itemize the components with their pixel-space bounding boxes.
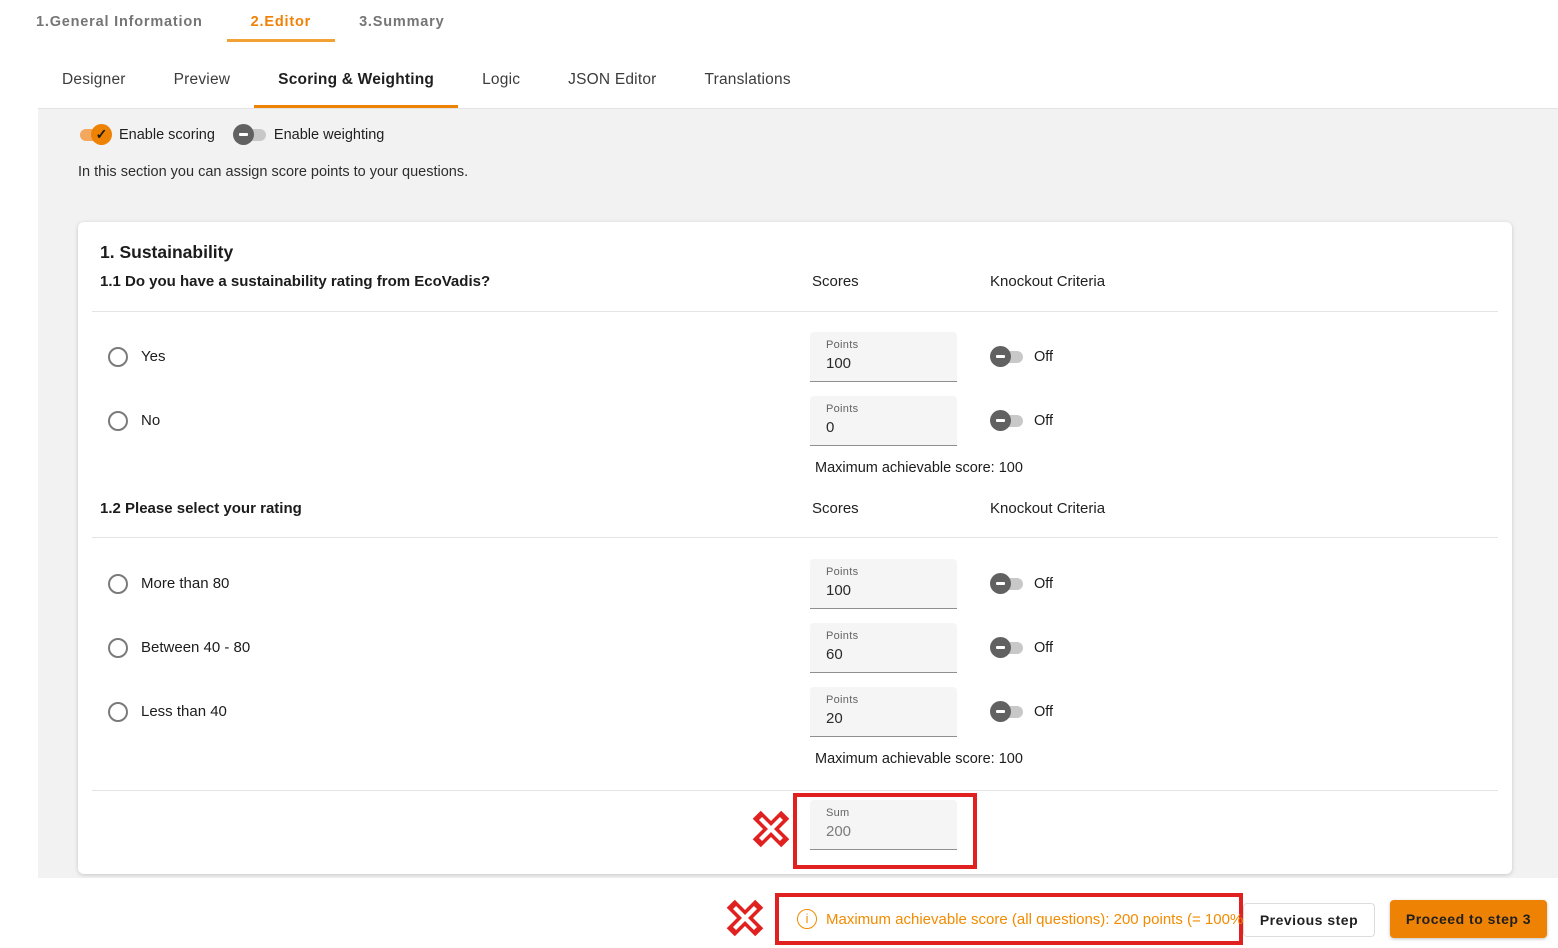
knockout-control: Off xyxy=(990,637,1053,659)
radio-between-40-80[interactable] xyxy=(108,638,128,658)
tab-preview[interactable]: Preview xyxy=(150,55,255,108)
divider xyxy=(92,537,1498,538)
points-field-label: Points xyxy=(826,630,941,642)
editor-tabs: Designer Preview Scoring & Weighting Log… xyxy=(38,55,1558,109)
previous-step-button[interactable]: Previous step xyxy=(1243,903,1375,937)
enable-weighting-toggle[interactable] xyxy=(233,124,267,146)
tab-logic[interactable]: Logic xyxy=(458,55,544,108)
minus-icon xyxy=(990,637,1011,658)
knockout-toggle[interactable] xyxy=(990,346,1024,368)
enable-scoring-label: Enable scoring xyxy=(119,127,215,143)
option-row-no: No Points 0 Off xyxy=(78,396,1512,446)
points-field-label: Points xyxy=(826,694,941,706)
max-score-total-message: Maximum achievable score (all questions)… xyxy=(826,911,1248,928)
points-field-label: Points xyxy=(826,566,941,578)
knockout-control: Off xyxy=(990,701,1053,723)
knockout-state-label: Off xyxy=(1034,413,1053,429)
info-icon: i xyxy=(797,909,817,929)
section-description: In this section you can assign score poi… xyxy=(78,164,468,180)
option-label: Yes xyxy=(141,332,165,382)
scores-column-header: Scores xyxy=(812,500,859,517)
knockout-control: Off xyxy=(990,346,1053,368)
step-editor[interactable]: 2.Editor xyxy=(227,0,335,42)
points-field-label: Points xyxy=(826,403,941,415)
question-1-2-title: 1.2 Please select your rating xyxy=(100,500,302,517)
annotation-x-icon xyxy=(726,897,764,939)
knockout-column-header: Knockout Criteria xyxy=(990,500,1105,517)
tab-translations[interactable]: Translations xyxy=(681,55,815,108)
points-field-value: 100 xyxy=(826,355,941,372)
points-field-value: 100 xyxy=(826,582,941,599)
scoring-panel: ✓ Enable scoring Enable weighting In thi… xyxy=(38,109,1558,878)
option-row-more-than-80: More than 80 Points 100 Off xyxy=(78,559,1512,609)
question-1-1-title: 1.1 Do you have a sustainability rating … xyxy=(100,273,490,290)
points-field-label: Points xyxy=(826,339,941,351)
points-field-value: 20 xyxy=(826,710,941,727)
proceed-to-step-3-button[interactable]: Proceed to step 3 xyxy=(1390,900,1547,938)
step-general-information[interactable]: 1.General Information xyxy=(12,0,227,42)
radio-less-than-40[interactable] xyxy=(108,702,128,722)
minus-icon xyxy=(990,573,1011,594)
points-field-value: 0 xyxy=(826,419,941,436)
knockout-state-label: Off xyxy=(1034,576,1053,592)
divider xyxy=(92,311,1498,312)
enable-scoring-toggle[interactable]: ✓ xyxy=(78,124,112,146)
knockout-control: Off xyxy=(990,573,1053,595)
knockout-toggle[interactable] xyxy=(990,701,1024,723)
points-field-value: 60 xyxy=(826,646,941,663)
points-field[interactable]: Points 60 xyxy=(810,623,957,673)
knockout-toggle[interactable] xyxy=(990,410,1024,432)
minus-icon xyxy=(990,346,1011,367)
scoring-card: 1. Sustainability 1.1 Do you have a sust… xyxy=(78,222,1512,874)
knockout-toggle[interactable] xyxy=(990,637,1024,659)
check-icon: ✓ xyxy=(91,124,112,145)
knockout-state-label: Off xyxy=(1034,640,1053,656)
max-score-q1: Maximum achievable score: 100 xyxy=(815,460,1023,476)
points-field[interactable]: Points 20 xyxy=(810,687,957,737)
divider xyxy=(92,790,1498,791)
annotation-box-footer: i Maximum achievable score (all question… xyxy=(775,893,1243,945)
section-title: 1. Sustainability xyxy=(100,242,233,263)
max-score-q2: Maximum achievable score: 100 xyxy=(815,751,1023,767)
tab-json-editor[interactable]: JSON Editor xyxy=(544,55,680,108)
points-field[interactable]: Points 100 xyxy=(810,559,957,609)
points-field[interactable]: Points 100 xyxy=(810,332,957,382)
wizard-steps: 1.General Information 2.Editor 3.Summary xyxy=(12,0,468,42)
knockout-state-label: Off xyxy=(1034,349,1053,365)
annotation-box-sum xyxy=(793,793,977,869)
radio-yes[interactable] xyxy=(108,347,128,367)
knockout-control: Off xyxy=(990,410,1053,432)
radio-more-than-80[interactable] xyxy=(108,574,128,594)
option-row-yes: Yes Points 100 Off xyxy=(78,332,1512,382)
minus-icon xyxy=(233,124,254,145)
option-row-less-than-40: Less than 40 Points 20 Off xyxy=(78,687,1512,737)
option-label: More than 80 xyxy=(141,559,229,609)
tab-scoring-weighting[interactable]: Scoring & Weighting xyxy=(254,55,458,108)
scores-column-header: Scores xyxy=(812,273,859,290)
knockout-state-label: Off xyxy=(1034,704,1053,720)
minus-icon xyxy=(990,410,1011,431)
tab-designer[interactable]: Designer xyxy=(38,55,150,108)
knockout-toggle[interactable] xyxy=(990,573,1024,595)
option-label: No xyxy=(141,396,160,446)
option-row-between-40-80: Between 40 - 80 Points 60 Off xyxy=(78,623,1512,673)
enable-weighting-label: Enable weighting xyxy=(274,127,384,143)
annotation-x-icon xyxy=(752,808,790,850)
points-field[interactable]: Points 0 xyxy=(810,396,957,446)
minus-icon xyxy=(990,701,1011,722)
knockout-column-header: Knockout Criteria xyxy=(990,273,1105,290)
step-summary[interactable]: 3.Summary xyxy=(335,0,468,42)
radio-no[interactable] xyxy=(108,411,128,431)
option-label: Between 40 - 80 xyxy=(141,623,250,673)
scoring-toggles: ✓ Enable scoring Enable weighting xyxy=(78,124,384,146)
option-label: Less than 40 xyxy=(141,687,227,737)
